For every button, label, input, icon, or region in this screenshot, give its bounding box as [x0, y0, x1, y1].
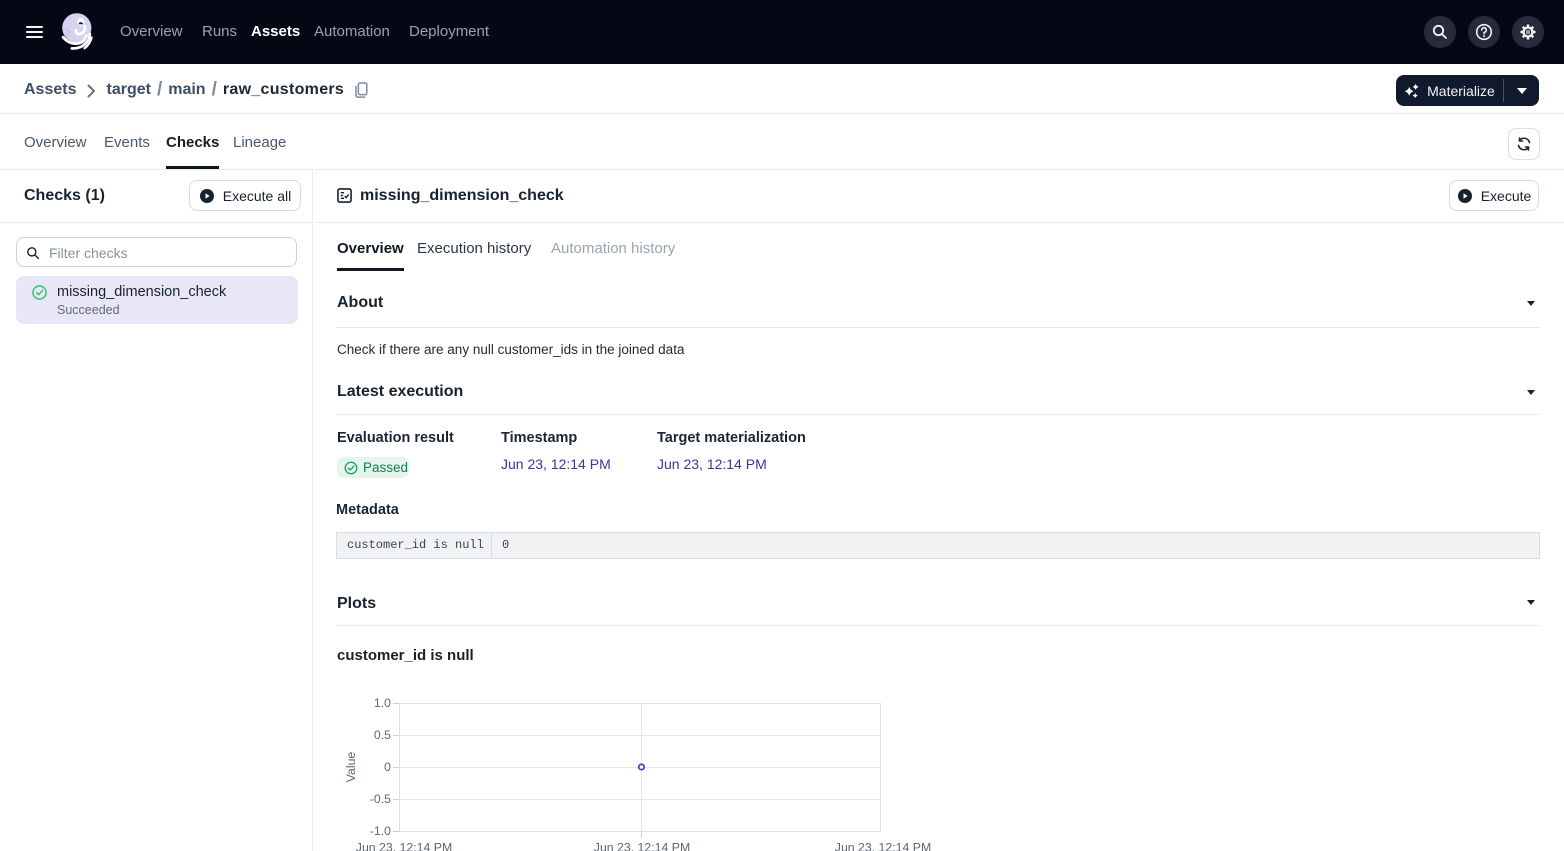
svg-text:Value: Value: [344, 752, 358, 783]
svg-text:-1.0: -1.0: [370, 824, 391, 838]
svg-text:0.5: 0.5: [374, 728, 391, 742]
svg-text:Jun 23, 12:14 PM: Jun 23, 12:14 PM: [356, 841, 452, 851]
svg-text:1.0: 1.0: [374, 696, 391, 710]
svg-text:-0.5: -0.5: [370, 792, 391, 806]
svg-text:Jun 23, 12:14 PM: Jun 23, 12:14 PM: [594, 841, 690, 851]
svg-text:Jun 23, 12:14 PM: Jun 23, 12:14 PM: [835, 841, 931, 851]
svg-text:0: 0: [384, 760, 391, 774]
